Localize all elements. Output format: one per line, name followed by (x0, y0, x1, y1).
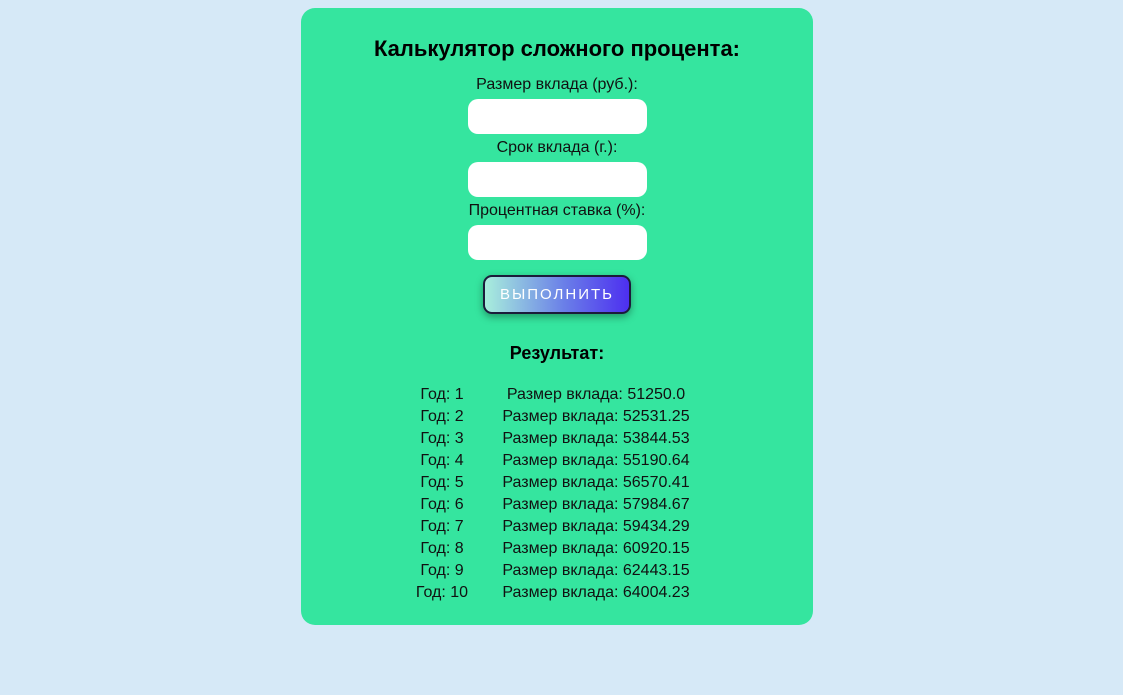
result-deposit: Размер вклада: 64004.23 (502, 584, 690, 601)
result-row: Год: 7 Размер вклада: 59434.29 (407, 516, 707, 538)
deposit-input[interactable] (468, 99, 647, 134)
result-year: Год: 7 (420, 518, 464, 535)
result-deposit: Размер вклада: 62443.15 (502, 562, 690, 579)
result-year: Год: 4 (420, 452, 464, 469)
result-row: Год: 6 Размер вклада: 57984.67 (407, 494, 707, 516)
result-deposit: Размер вклада: 51250.0 (506, 386, 686, 403)
result-row: Год: 2 Размер вклада: 52531.25 (407, 406, 707, 428)
result-row: Год: 9 Размер вклада: 62443.15 (407, 560, 707, 582)
result-deposit: Размер вклада: 59434.29 (502, 518, 690, 535)
submit-button[interactable]: ВЫПОЛНИТЬ (483, 275, 631, 314)
result-year: Год: 2 (420, 408, 464, 425)
result-deposit: Размер вклада: 53844.53 (502, 430, 690, 447)
deposit-label: Размер вклада (руб.): (476, 76, 638, 93)
result-year: Год: 10 (415, 584, 469, 601)
result-year: Год: 5 (420, 474, 464, 491)
result-row: Год: 4 Размер вклада: 55190.64 (407, 450, 707, 472)
result-year: Год: 3 (420, 430, 464, 447)
result-year: Год: 8 (420, 540, 464, 557)
result-year: Год: 9 (420, 562, 464, 579)
result-deposit: Размер вклада: 60920.15 (502, 540, 690, 557)
result-deposit: Размер вклада: 56570.41 (502, 474, 690, 491)
results-list: Год: 1 Размер вклада: 51250.0 Год: 2 Раз… (407, 384, 707, 604)
term-label: Срок вклада (г.): (496, 139, 618, 156)
result-deposit: Размер вклада: 52531.25 (502, 408, 690, 425)
result-row: Год: 1 Размер вклада: 51250.0 (407, 384, 707, 406)
result-year: Год: 6 (420, 496, 464, 513)
page-title: Калькулятор сложного процента: (373, 36, 741, 61)
result-deposit: Размер вклада: 57984.67 (502, 496, 690, 513)
result-row: Год: 3 Размер вклада: 53844.53 (407, 428, 707, 450)
rate-label: Процентная ставка (%): (468, 202, 646, 219)
rate-input[interactable] (468, 225, 647, 260)
result-deposit: Размер вклада: 55190.64 (502, 452, 690, 469)
calculator-card: Калькулятор сложного процента: Размер вк… (301, 8, 813, 625)
result-row: Год: 10 Размер вклада: 64004.23 (407, 582, 707, 604)
term-input[interactable] (468, 162, 647, 197)
result-row: Год: 8 Размер вклада: 60920.15 (407, 538, 707, 560)
result-year: Год: 1 (420, 386, 464, 403)
result-title: Результат: (509, 343, 605, 363)
result-row: Год: 5 Размер вклада: 56570.41 (407, 472, 707, 494)
